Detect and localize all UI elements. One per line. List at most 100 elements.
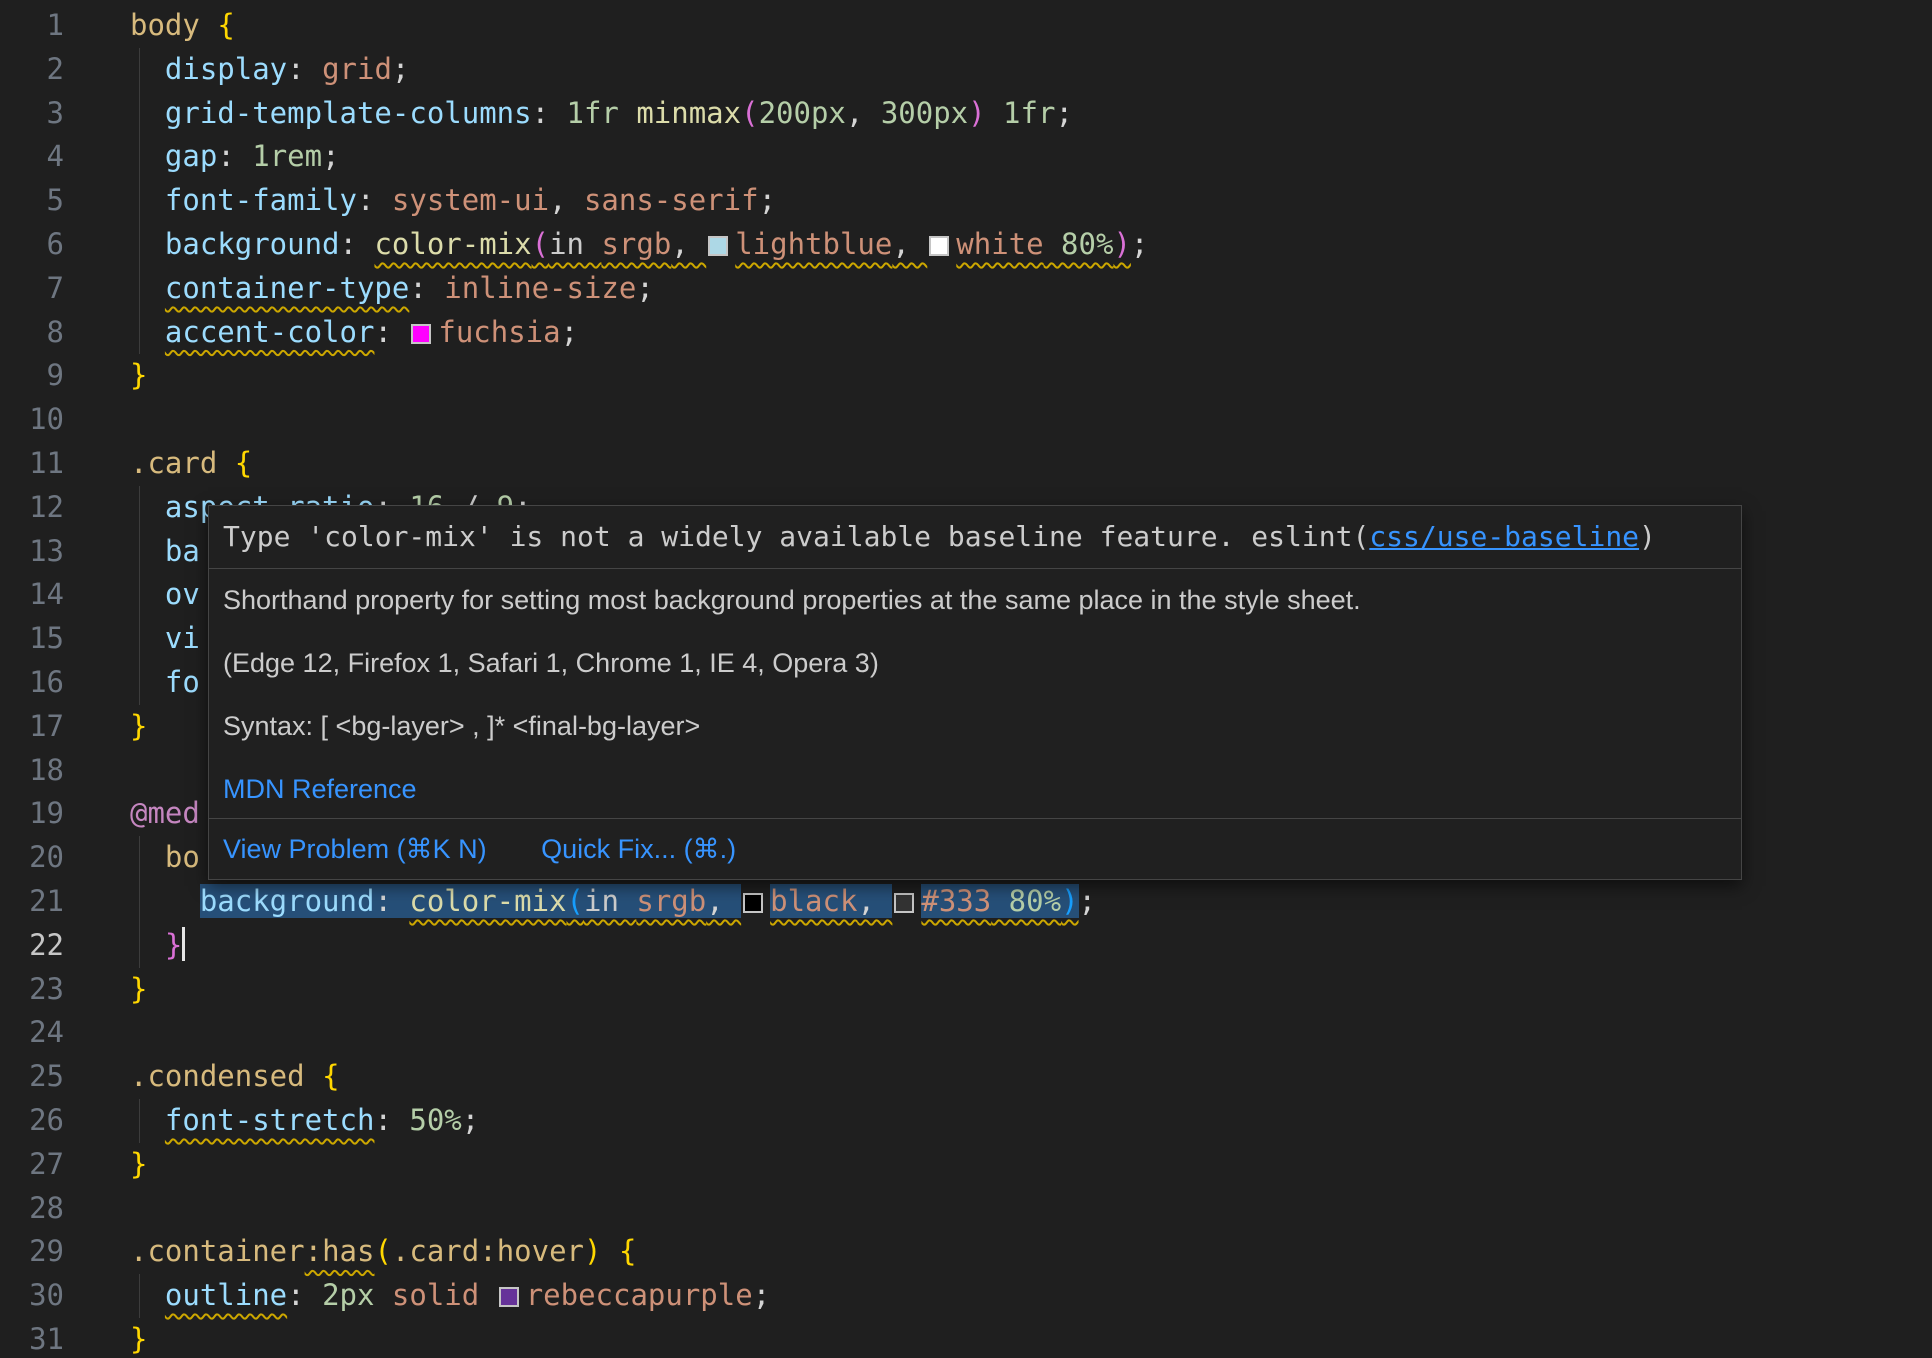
code-line[interactable]: 22 } — [0, 924, 1932, 968]
code-line[interactable]: 27} — [0, 1143, 1932, 1187]
code-token: : — [340, 227, 375, 261]
code-line[interactable]: 9} — [0, 354, 1932, 398]
code-token — [601, 1234, 618, 1268]
code-line[interactable]: 31} — [0, 1318, 1932, 1358]
code-line[interactable]: 5 font-family: system-ui, sans-serif; — [0, 179, 1932, 223]
code-token — [374, 1278, 391, 1312]
code-line[interactable]: 26 font-stretch: 50%; — [0, 1099, 1932, 1143]
code-line[interactable]: 29.container:has(.card:hover) { — [0, 1230, 1932, 1274]
code-line[interactable]: 1 body { — [0, 4, 1932, 48]
code-line-content[interactable]: } — [130, 354, 147, 398]
line-number: 2 — [0, 48, 64, 92]
code-token: , — [892, 227, 927, 261]
code-token: : — [409, 271, 444, 305]
code-token: : — [287, 52, 322, 86]
code-line-content[interactable]: .card { — [130, 442, 252, 486]
code-token: font-stretch — [165, 1103, 375, 1137]
code-line-content[interactable]: @med — [130, 792, 200, 836]
code-line[interactable]: 21 background: color-mix(in srgb, black,… — [0, 880, 1932, 924]
code-token: bo — [165, 840, 200, 874]
code-line-content[interactable]: } — [130, 1318, 147, 1358]
code-token: ) — [1061, 884, 1078, 918]
code-token: } — [130, 358, 147, 392]
code-line[interactable]: 30 outline: 2px solid rebeccapurple; — [0, 1274, 1932, 1318]
code-line[interactable]: 8 accent-color: fuchsia; — [0, 311, 1932, 355]
code-line-content[interactable]: background: color-mix(in srgb, black, #3… — [130, 880, 1096, 924]
code-token: ; — [636, 271, 653, 305]
code-token: ( — [567, 884, 584, 918]
eslint-rule-link[interactable]: css/use-baseline — [1369, 520, 1639, 553]
code-token: : — [357, 183, 392, 217]
code-token — [130, 183, 165, 217]
eslint-warning-suffix: ) — [1639, 520, 1656, 553]
code-line-content[interactable]: } — [130, 1143, 147, 1187]
code-line-content[interactable]: grid-template-columns: 1fr minmax(200px,… — [130, 92, 1073, 136]
code-line[interactable]: 11.card { — [0, 442, 1932, 486]
line-number: 20 — [0, 836, 64, 880]
code-token: ; — [392, 52, 409, 86]
code-token: body — [130, 8, 217, 42]
code-line-content[interactable]: vi — [130, 617, 200, 661]
code-token: , — [706, 884, 741, 918]
code-line-content[interactable]: } — [130, 968, 147, 1012]
code-token: white — [956, 227, 1043, 261]
code-token: in — [549, 227, 601, 261]
code-line[interactable]: 7 container-type: inline-size; — [0, 267, 1932, 311]
code-line-content[interactable]: ov — [130, 573, 200, 617]
code-token: ; — [753, 1278, 770, 1312]
code-token: minmax — [636, 96, 741, 130]
code-line-content[interactable]: accent-color: fuchsia; — [130, 311, 578, 355]
code-line-content[interactable]: ba — [130, 530, 200, 574]
code-line-content[interactable]: .condensed { — [130, 1055, 340, 1099]
line-number: 21 — [0, 880, 64, 924]
code-line[interactable]: 6 background: color-mix(in srgb, lightbl… — [0, 223, 1932, 267]
code-line-content[interactable]: font-stretch: 50%; — [130, 1099, 479, 1143]
code-token: grid-template-columns — [165, 96, 532, 130]
color-swatch[interactable] — [929, 236, 949, 256]
mdn-reference-link[interactable]: MDN Reference — [223, 774, 417, 804]
line-number: 25 — [0, 1055, 64, 1099]
code-line[interactable]: 28 — [0, 1187, 1932, 1231]
code-line[interactable]: 10 — [0, 398, 1932, 442]
code-line-content[interactable]: outline: 2px solid rebeccapurple; — [130, 1274, 770, 1318]
doc-description: Shorthand property for setting most back… — [223, 585, 1727, 615]
code-token: srgb — [636, 884, 706, 918]
code-line[interactable]: 4 gap: 1rem; — [0, 135, 1932, 179]
code-line[interactable]: 25 .condensed { — [0, 1055, 1932, 1099]
code-token: color-mix — [409, 884, 566, 918]
code-token: outline — [165, 1278, 287, 1312]
code-line-content[interactable]: fo — [130, 661, 200, 705]
line-number: 4 — [0, 135, 64, 179]
code-line-content[interactable]: bo — [130, 836, 200, 880]
color-swatch[interactable] — [743, 893, 763, 913]
code-token: ; — [462, 1103, 479, 1137]
line-number: 1 — [0, 4, 64, 48]
code-line-content[interactable]: .container:has(.card:hover) { — [130, 1230, 636, 1274]
code-line[interactable]: 24 — [0, 1011, 1932, 1055]
code-line-content[interactable]: gap: 1rem; — [130, 135, 340, 179]
color-swatch[interactable] — [411, 324, 431, 344]
code-token: display — [165, 52, 287, 86]
color-swatch[interactable] — [499, 1287, 519, 1307]
code-token: srgb — [601, 227, 671, 261]
code-line[interactable]: 2 display: grid; — [0, 48, 1932, 92]
color-swatch[interactable] — [894, 893, 914, 913]
code-line[interactable]: 3 grid-template-columns: 1fr minmax(200p… — [0, 92, 1932, 136]
color-swatch[interactable] — [708, 236, 728, 256]
code-line-content[interactable]: } — [130, 924, 185, 968]
code-token — [130, 52, 165, 86]
code-token: background — [200, 884, 375, 918]
code-line-content[interactable]: background: color-mix(in srgb, lightblue… — [130, 223, 1148, 267]
view-problem-action[interactable]: View Problem (⌘K N) — [223, 834, 487, 864]
code-token: font-family — [165, 183, 357, 217]
code-line-content[interactable]: container-type: inline-size; — [130, 267, 654, 311]
code-line[interactable]: 23} — [0, 968, 1932, 1012]
code-editor[interactable]: 1body {2 display: grid;3 grid-template-c… — [0, 0, 1932, 1358]
code-line-content[interactable]: display: grid; — [130, 48, 409, 92]
code-token: 80% — [1044, 227, 1114, 261]
code-line-content[interactable]: body { — [130, 4, 235, 48]
code-token — [130, 1103, 165, 1137]
quick-fix-action[interactable]: Quick Fix... (⌘.) — [541, 834, 736, 864]
code-line-content[interactable]: font-family: system-ui, sans-serif; — [130, 179, 776, 223]
code-line-content[interactable]: } — [130, 705, 147, 749]
